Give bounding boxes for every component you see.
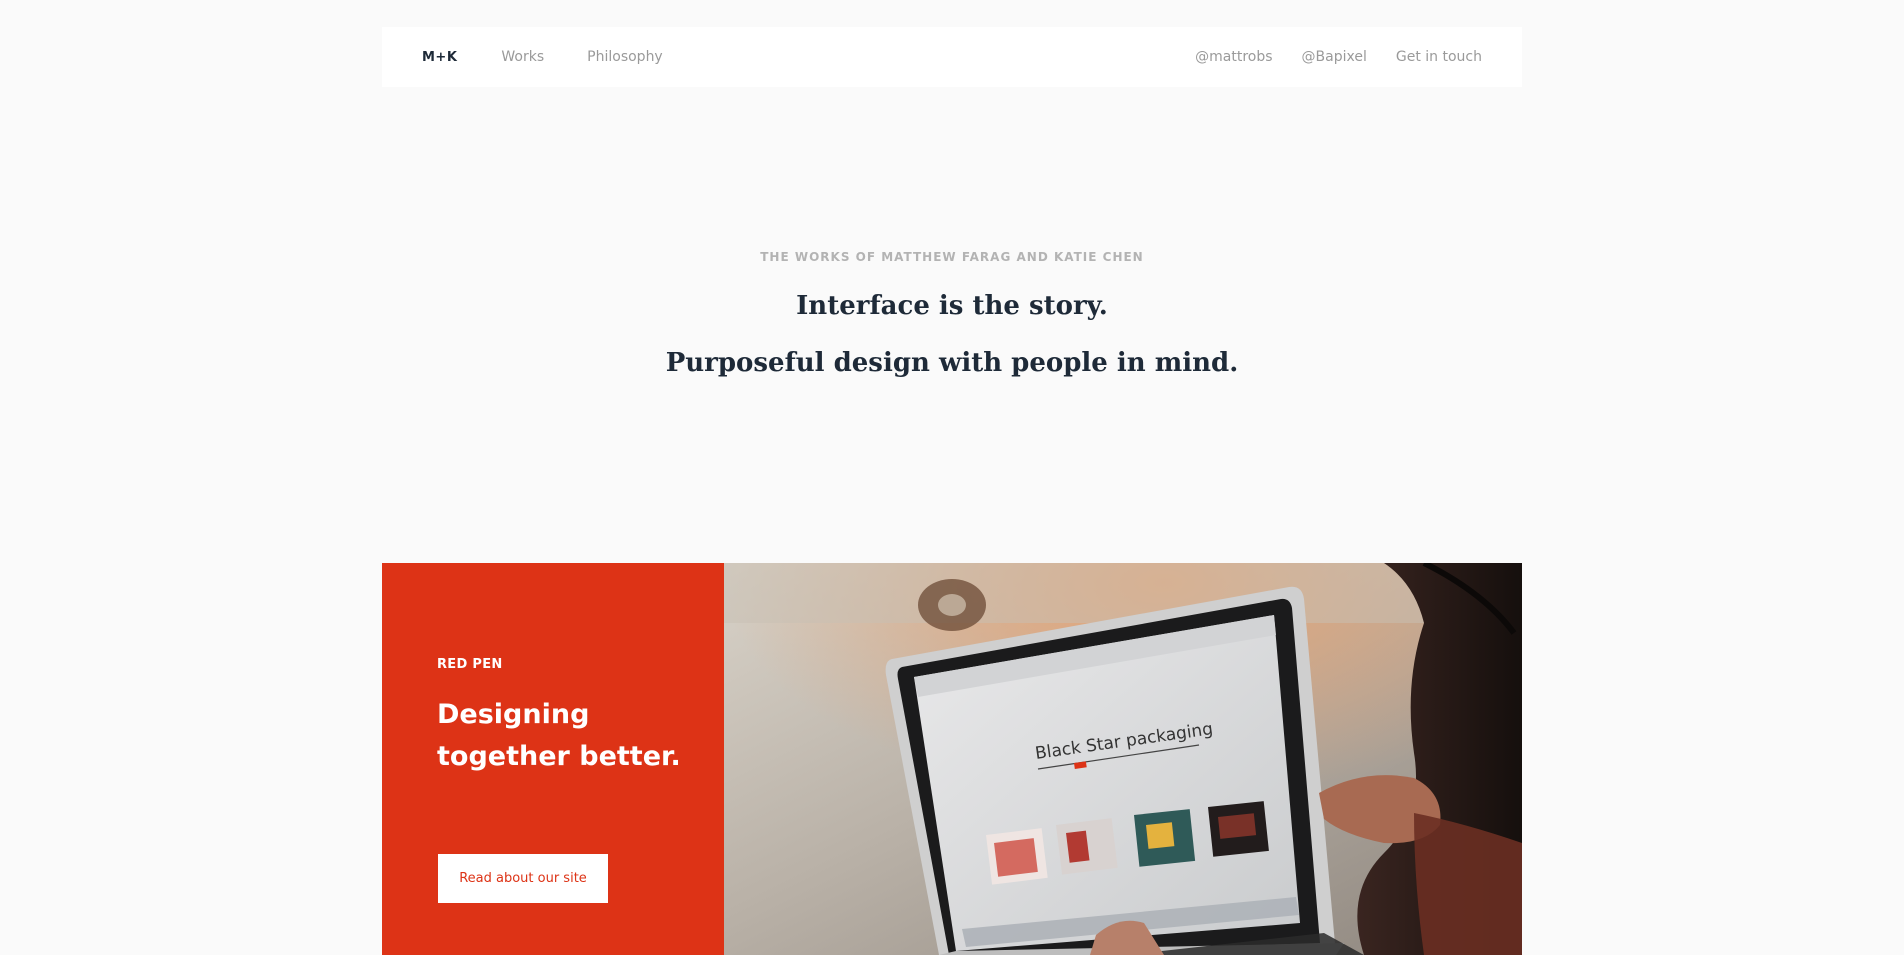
feature-kicker: RED PEN — [437, 657, 503, 672]
hero-tagline-2: Purposeful design with people in mind. — [665, 348, 1239, 378]
feature-title: Designing together better. — [437, 699, 681, 772]
feature-card: RED PEN Designing together better. Read … — [382, 563, 1522, 955]
top-nav: M+K Works Philosophy @mattrobs @Bapixel … — [382, 27, 1522, 87]
nav-link-mattrobs[interactable]: @mattrobs — [1195, 49, 1272, 65]
nav-link-get-in-touch[interactable]: Get in touch — [1396, 49, 1482, 65]
nav-right: @mattrobs @Bapixel Get in touch — [1166, 49, 1482, 65]
read-about-site-button[interactable]: Read about our site — [438, 854, 608, 903]
laptop-photo-illustration: Black Star packaging — [724, 563, 1522, 955]
logo-link[interactable]: M+K — [422, 50, 457, 65]
nav-link-philosophy[interactable]: Philosophy — [587, 49, 663, 65]
hero-section: THE WORKS OF MATTHEW FARAG AND KATIE CHE… — [382, 250, 1522, 376]
hero-tagline-1: Interface is the story. — [796, 291, 1108, 321]
nav-link-bapixel[interactable]: @Bapixel — [1302, 49, 1367, 65]
hero-eyebrow: THE WORKS OF MATTHEW FARAG AND KATIE CHE… — [760, 250, 1144, 264]
nav-left: M+K Works Philosophy — [422, 49, 706, 65]
nav-link-works[interactable]: Works — [501, 49, 544, 65]
feature-panel: RED PEN Designing together better. Read … — [382, 563, 724, 955]
feature-photo: Black Star packaging — [724, 563, 1522, 955]
